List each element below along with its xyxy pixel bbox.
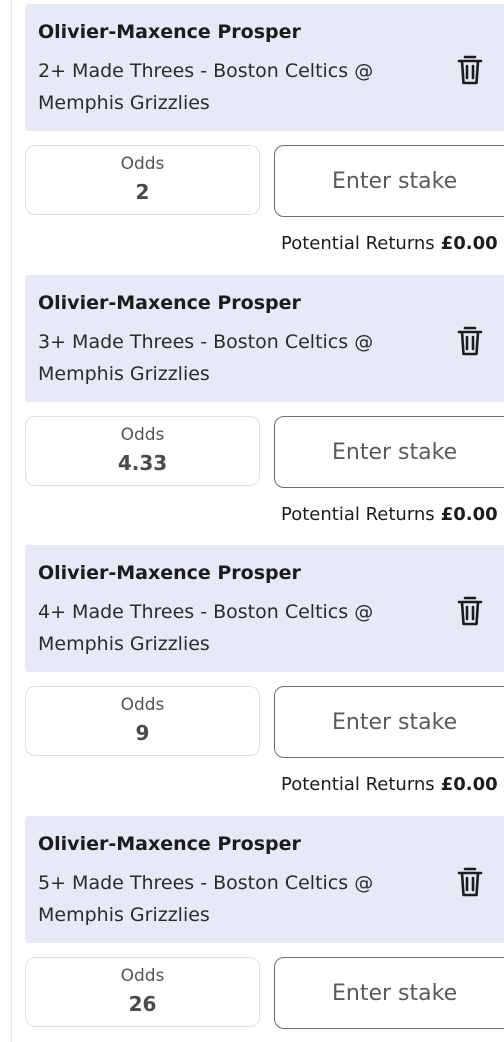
- returns-amount: £0.00: [440, 504, 498, 525]
- returns-amount: £0.00: [440, 774, 498, 795]
- odds-label: Odds: [120, 425, 165, 445]
- odds-box: Odds 26: [25, 957, 260, 1027]
- stake-input[interactable]: [274, 145, 504, 217]
- returns-label: Potential Returns: [281, 504, 435, 525]
- trash-icon[interactable]: [456, 866, 484, 898]
- player-name: Olivier-Maxence Prosper: [38, 833, 301, 855]
- market-description: 2+ Made Threes - Boston Celtics @ Memphi…: [38, 60, 374, 114]
- odds-value: 9: [135, 721, 150, 745]
- odds-box: Odds 2: [25, 145, 260, 215]
- trash-icon[interactable]: [456, 54, 484, 86]
- bet-selection: Olivier-Maxence Prosper 4+ Made Threes -…: [25, 545, 504, 816]
- player-name: Olivier-Maxence Prosper: [38, 562, 301, 584]
- selection-header: Olivier-Maxence Prosper 4+ Made Threes -…: [25, 545, 504, 672]
- returns-amount: £0.00: [440, 233, 498, 254]
- odds-label: Odds: [120, 154, 165, 174]
- odds-value: 2: [135, 180, 150, 204]
- selection-header: Olivier-Maxence Prosper 2+ Made Threes -…: [25, 4, 504, 131]
- market-description: 4+ Made Threes - Boston Celtics @ Memphi…: [38, 601, 374, 655]
- bet-selection: Olivier-Maxence Prosper 5+ Made Threes -…: [25, 816, 504, 1042]
- returns-label: Potential Returns: [281, 774, 435, 795]
- player-name: Olivier-Maxence Prosper: [38, 21, 301, 43]
- bet-slip: Olivier-Maxence Prosper 2+ Made Threes -…: [0, 0, 504, 1042]
- selection-header: Olivier-Maxence Prosper 3+ Made Threes -…: [25, 275, 504, 402]
- odds-value: 4.33: [117, 451, 168, 475]
- bet-selection: Olivier-Maxence Prosper 3+ Made Threes -…: [25, 275, 504, 546]
- stake-input[interactable]: [274, 686, 504, 758]
- bet-selection: Olivier-Maxence Prosper 2+ Made Threes -…: [25, 4, 504, 275]
- odds-box: Odds 9: [25, 686, 260, 756]
- trash-icon[interactable]: [456, 595, 484, 627]
- selection-header: Olivier-Maxence Prosper 5+ Made Threes -…: [25, 816, 504, 943]
- trash-icon[interactable]: [456, 325, 484, 357]
- odds-label: Odds: [120, 695, 165, 715]
- player-name: Olivier-Maxence Prosper: [38, 292, 301, 314]
- odds-box: Odds 4.33: [25, 416, 260, 486]
- market-description: 5+ Made Threes - Boston Celtics @ Memphi…: [38, 872, 374, 926]
- market-description: 3+ Made Threes - Boston Celtics @ Memphi…: [38, 331, 374, 385]
- potential-returns: Potential Returns £0.00: [281, 233, 498, 254]
- returns-label: Potential Returns: [281, 233, 435, 254]
- stake-input[interactable]: [274, 416, 504, 488]
- odds-value: 26: [128, 992, 157, 1016]
- divider: [11, 0, 12, 1042]
- odds-label: Odds: [120, 966, 165, 986]
- potential-returns: Potential Returns £0.00: [281, 774, 498, 795]
- stake-input[interactable]: [274, 957, 504, 1029]
- potential-returns: Potential Returns £0.00: [281, 504, 498, 525]
